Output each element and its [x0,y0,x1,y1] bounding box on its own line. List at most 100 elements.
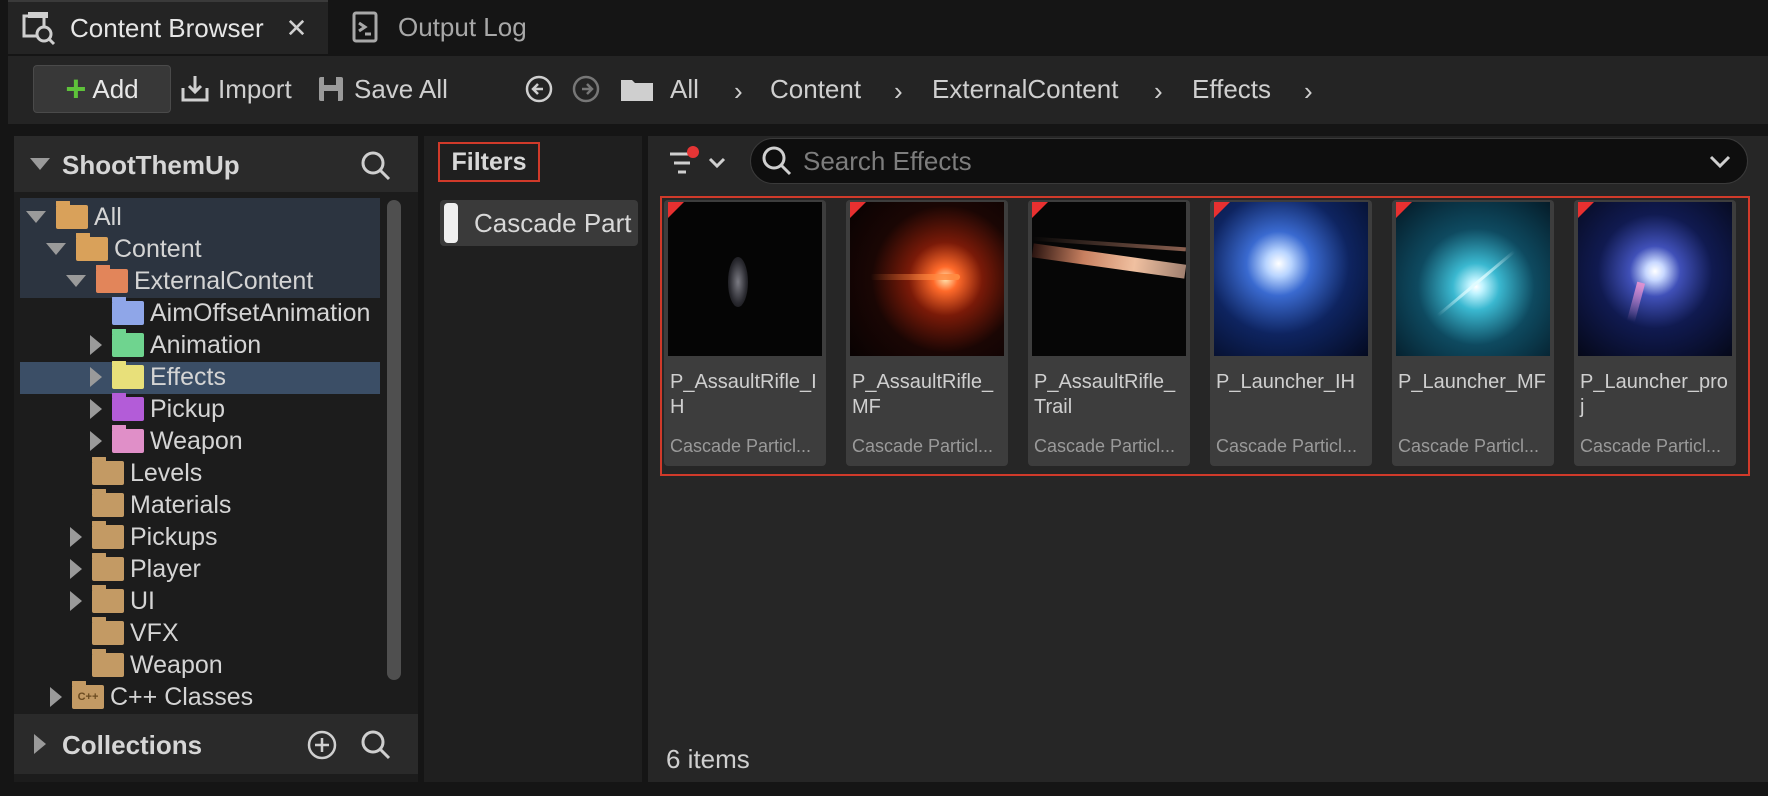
save-all-button[interactable]: Save All [316,65,448,113]
chevron-down-icon[interactable] [1707,148,1733,174]
tree-item-label: Animation [150,330,262,359]
asset-type: Cascade Particl... [1580,436,1722,456]
expand-arrow-icon[interactable] [90,367,102,387]
asset-name: P_Launcher_IH [1216,371,1355,393]
expand-arrow-icon[interactable] [26,211,46,223]
asset-marker-icon [1396,202,1412,218]
folder-icon [112,393,144,421]
tree-item-label: C++ Classes [110,682,254,711]
asset-tile[interactable]: P_Launcher_proj Cascade Particl... [1574,200,1736,466]
tree-item-pickups[interactable]: Pickups [20,521,380,553]
tree-item-animation[interactable]: Animation [20,329,380,361]
asset-tile[interactable]: P_Launcher_MF Cascade Particl... [1392,200,1554,466]
expand-arrow-icon[interactable] [70,559,82,579]
tree-item-weapon[interactable]: Weapon [20,425,380,457]
tab-label: Content Browser [70,12,264,43]
tree-item-aimoffsetanimation[interactable]: AimOffsetAnimation [20,297,380,329]
tree-item-all[interactable]: All [20,201,380,233]
expand-arrow-icon[interactable] [90,431,102,451]
chevron-right-icon[interactable]: › [1304,76,1313,107]
filter-icon [670,146,726,174]
close-icon[interactable]: ✕ [286,13,308,44]
expand-arrow-icon[interactable] [90,335,102,355]
expand-arrow-icon[interactable] [70,591,82,611]
breadcrumb-content[interactable]: Content [770,65,861,113]
tree-header: ShootThemUp [14,136,418,192]
folder-icon [92,585,124,613]
expand-arrow-icon[interactable] [90,399,102,419]
tree-item-label: Levels [130,458,203,487]
plus-icon: + [65,68,87,109]
tab-content-browser[interactable]: Content Browser ✕ [8,0,328,54]
expand-arrow-icon[interactable] [46,243,66,255]
add-collection-icon[interactable] [306,729,338,761]
folder-icon [96,265,128,293]
expand-arrow-icon[interactable] [34,734,46,754]
folder-icon [92,553,124,581]
tree-item-externalcontent[interactable]: ExternalContent [20,265,380,297]
tree-item-effects[interactable]: Effects [20,361,380,393]
tree-item-label: Effects [150,362,226,391]
tab-label: Output Log [398,11,527,42]
tree-item-levels[interactable]: Levels [20,457,380,489]
item-count: 6 items [666,744,750,774]
breadcrumb-externalcontent[interactable]: ExternalContent [932,65,1118,113]
tab-output-log[interactable]: Output Log [336,0,556,54]
expand-arrow-icon[interactable] [70,527,82,547]
folder-icon [56,201,88,229]
asset-type: Cascade Particl... [852,436,994,456]
asset-thumbnail [1396,202,1550,356]
tree-item-player[interactable]: Player [20,553,380,585]
filter-dropdown-button[interactable] [666,146,732,180]
search-box[interactable] [750,138,1748,184]
folder-icon [92,489,124,517]
tree-item-materials[interactable]: Materials [20,489,380,521]
asset-type: Cascade Particl... [1216,436,1358,456]
asset-tile[interactable]: P_AssaultRifle_MF Cascade Particl... [846,200,1008,466]
collapse-arrow-icon[interactable] [30,158,50,170]
search-icon[interactable] [360,150,392,182]
tree-item-cpp-classes[interactable]: C++ C++ Classes [20,681,380,713]
tree-item-pickup[interactable]: Pickup [20,393,380,425]
tree-item-vfx[interactable]: VFX [20,617,380,649]
asset-tile[interactable]: P_AssaultRifle_Trail Cascade Particl... [1028,200,1190,466]
forward-arrow-icon[interactable] [571,74,601,104]
tab-bar: Content Browser ✕ Output Log [0,0,1768,54]
search-input[interactable] [801,144,1685,178]
asset-name: P_AssaultRifle_MF [852,371,994,418]
back-arrow-icon[interactable] [524,74,554,104]
search-icon[interactable] [360,729,392,761]
add-button[interactable]: + Add [33,65,171,113]
expand-arrow-icon[interactable] [66,275,86,287]
breadcrumb-effects[interactable]: Effects [1192,65,1271,113]
asset-marker-icon [850,202,866,218]
folder-icon [112,361,144,389]
tree-item-weapon-root[interactable]: Weapon [20,649,380,681]
tree-item-label: AimOffsetAnimation [150,298,371,327]
tree-item-ui[interactable]: UI [20,585,380,617]
asset-thumbnail [668,202,822,356]
chevron-right-icon[interactable]: › [734,76,743,107]
filter-chip-cascade[interactable]: Cascade Part [440,200,638,246]
asset-marker-icon [1578,202,1594,218]
collections-header[interactable]: Collections [14,714,418,774]
expand-arrow-icon[interactable] [50,687,62,707]
chevron-right-icon[interactable]: › [1154,76,1163,107]
tree-item-label: ExternalContent [134,266,314,295]
asset-tile[interactable]: P_AssaultRifle_IH Cascade Particl... [664,200,826,466]
tree-item-content[interactable]: Content [20,233,380,265]
chevron-right-icon[interactable]: › [894,76,903,107]
tree-scrollbar[interactable] [387,200,401,680]
filters-label[interactable]: Filters [438,142,540,182]
save-all-label: Save All [354,73,448,104]
folder-icon [92,457,124,485]
asset-type: Cascade Particl... [670,436,812,456]
asset-marker-icon [1032,202,1048,218]
breadcrumb-all[interactable]: All [670,65,699,113]
folder-icon [92,649,124,677]
asset-tile[interactable]: P_Launcher_IH Cascade Particl... [1210,200,1372,466]
asset-name: P_Launcher_proj [1580,371,1728,418]
import-button[interactable]: Import [178,65,292,113]
asset-thumbnail [1214,202,1368,356]
tree-item-label: All [94,202,122,231]
